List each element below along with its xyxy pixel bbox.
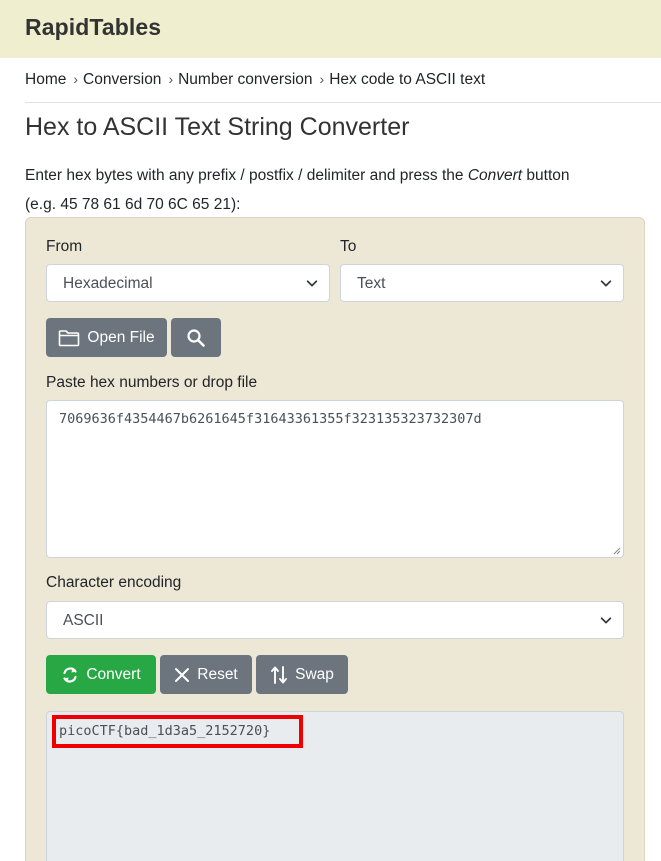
to-label: To	[340, 238, 357, 255]
from-select-value: Hexadecimal	[63, 275, 153, 292]
folder-icon	[59, 329, 80, 346]
reset-label: Reset	[197, 665, 238, 683]
open-file-label: Open File	[87, 328, 155, 346]
swap-button[interactable]: Swap	[256, 655, 348, 694]
convert-label: Convert	[86, 665, 141, 683]
encoding-label: Character encoding	[46, 574, 182, 591]
breadcrumb: Home › Conversion › Number conversion › Hex co…	[25, 71, 485, 89]
output-highlight-box	[52, 715, 303, 748]
to-select-value: Text	[357, 275, 386, 292]
breadcrumb-divider	[25, 102, 661, 103]
chevron-down-icon	[306, 280, 318, 287]
resize-handle-icon[interactable]	[611, 545, 621, 555]
encoding-select[interactable]: ASCII	[46, 601, 624, 639]
top-header: RapidTables	[0, 0, 661, 58]
intro-example: (e.g. 45 78 61 6d 70 6C 65 21):	[25, 196, 241, 213]
breadcrumb-conversion[interactable]: Conversion	[83, 71, 161, 88]
intro-before: Enter hex bytes with any prefix / postfi…	[25, 167, 468, 184]
breadcrumb-number-conversion[interactable]: Number conversion	[178, 71, 312, 88]
intro-convert-emphasis: Convert	[467, 167, 523, 184]
page-title: Hex to ASCII Text String Converter	[25, 113, 410, 141]
breadcrumb-home[interactable]: Home	[25, 71, 66, 88]
swap-label: Swap	[295, 665, 334, 683]
to-select[interactable]: Text	[340, 264, 624, 302]
breadcrumb-current: Hex code to ASCII text	[329, 71, 486, 88]
swap-icon	[271, 665, 288, 684]
open-file-button[interactable]: Open File	[46, 318, 167, 357]
convert-button[interactable]: Convert	[46, 655, 156, 694]
hex-input[interactable]: 7069636f4354467b6261645f31643361355f3231…	[46, 400, 624, 558]
breadcrumb-separator: ›	[319, 71, 325, 87]
breadcrumb-separator: ›	[168, 71, 174, 87]
search-button[interactable]	[171, 318, 221, 357]
reset-button[interactable]: Reset	[160, 655, 252, 694]
chevron-down-icon	[600, 617, 612, 624]
from-select[interactable]: Hexadecimal	[46, 264, 330, 302]
intro-after: button	[522, 167, 570, 184]
close-icon	[175, 667, 190, 682]
site-logo[interactable]: RapidTables	[25, 14, 161, 41]
input-label: Paste hex numbers or drop file	[46, 374, 258, 391]
intro-text: Enter hex bytes with any prefix / postfi…	[25, 161, 645, 219]
refresh-icon	[63, 666, 77, 683]
search-icon	[187, 328, 205, 347]
encoding-select-value: ASCII	[63, 612, 104, 629]
hex-input-value: 7069636f4354467b6261645f31643361355f3231…	[59, 411, 482, 427]
chevron-down-icon	[600, 280, 612, 287]
breadcrumb-separator: ›	[73, 71, 79, 87]
from-label: From	[46, 238, 83, 255]
